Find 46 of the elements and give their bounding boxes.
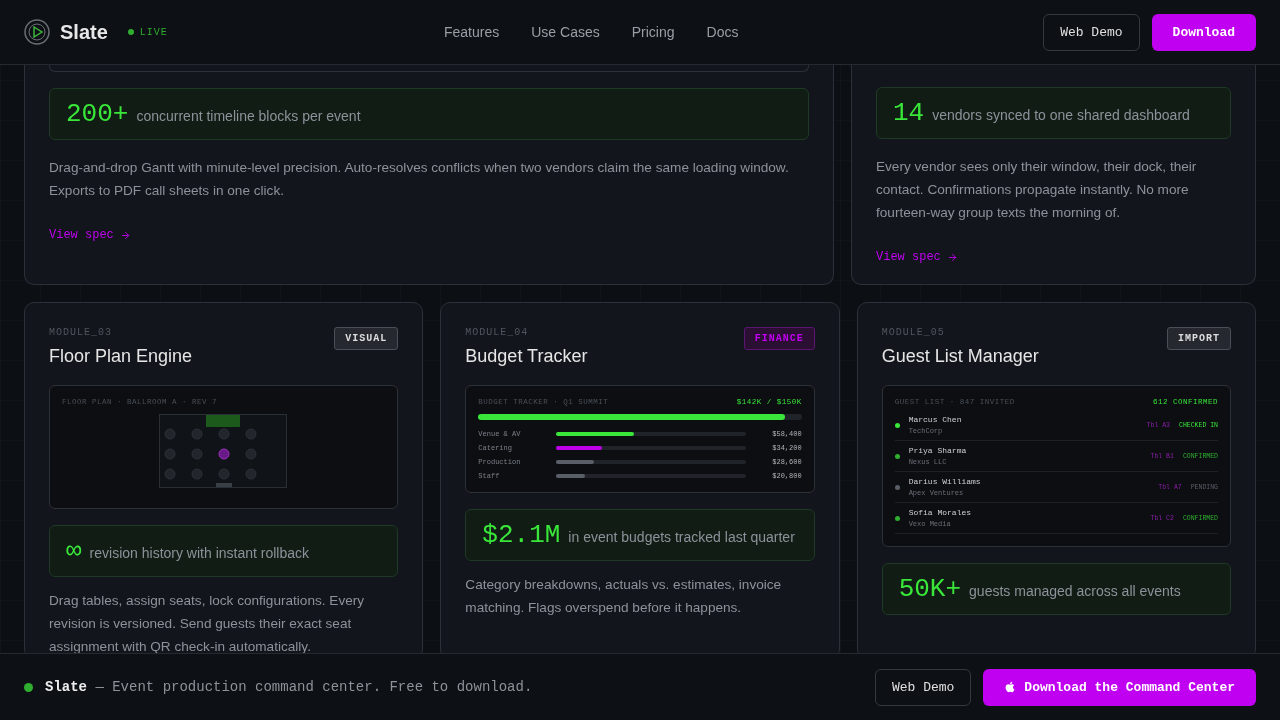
stat-label: concurrent timeline blocks per event (136, 107, 361, 126)
nav-link[interactable]: Pricing (631, 24, 675, 40)
nav-link[interactable]: Docs (706, 24, 739, 40)
module-title: Budget Tracker (465, 346, 588, 367)
module-tag: VISUAL (334, 327, 399, 350)
stat-label: in event budgets tracked last quarter (568, 528, 795, 547)
stat-value: 14 (893, 98, 925, 128)
stat-value: $2.1M (482, 520, 561, 550)
guest-name: Priya Sharma (908, 446, 968, 455)
module-title: Floor Plan Engine (49, 346, 193, 367)
stat-value: 50K+ (898, 574, 962, 604)
nav-link[interactable]: Use Cases (531, 24, 600, 40)
live-dot (127, 29, 134, 35)
stat-label: vendors synced to one shared dashboard (932, 106, 1190, 125)
guest-name: Marcus Chen (908, 415, 963, 424)
live-status: LIVE (139, 26, 168, 38)
module-label: MODULE_03 (49, 327, 113, 338)
stat-label: revision history with instant rollback (89, 544, 310, 563)
module-label: MODULE_05 (881, 327, 946, 338)
module-tag: IMPORT (1167, 327, 1231, 350)
card-description: Drag-and-drop Gantt with minute-level precision. Auto-resolves conflicts when two vendors claim the same loading window. Exports to PDF call sheets in one click. (49, 159, 790, 200)
apple-icon (1004, 681, 1017, 693)
stat-label: guests managed across all events (969, 582, 1181, 601)
arrow-right-icon (119, 229, 131, 241)
footer-tagline: Slate — Event production command center. Free to download. (45, 679, 534, 695)
stat-value: 200+ (66, 99, 129, 129)
card-description: Drag tables, assign seats, lock configurations. Every revision is versioned. Send guests their exact seat assignment with QR check-in automatically. (49, 592, 366, 656)
module-tag: FINANCE (743, 327, 815, 350)
download-button[interactable]: Download the Command Center (983, 668, 1256, 706)
module-title: Guest List Manager (881, 346, 1039, 367)
brand-name: Slate (60, 20, 108, 44)
web-demo-button[interactable]: Web Demo (1043, 13, 1140, 51)
view-spec-link[interactable]: View spec (876, 250, 958, 264)
web-demo-button[interactable]: Web Demo (874, 668, 972, 706)
module-label: MODULE_04 (465, 327, 530, 338)
guest-name: Sofia Morales (908, 508, 973, 517)
card-description: Every vendor sees only their window, their dock, their contact. Confirmations propagate instantly. No more fourteen-way group texts the morning of. (876, 158, 1198, 222)
view-spec-link[interactable]: View spec (49, 228, 131, 242)
play-logo-icon (24, 19, 50, 45)
status-dot (24, 682, 33, 692)
download-button[interactable]: Download (1151, 13, 1256, 51)
guest-name: Darius Williams (908, 477, 982, 486)
nav-link[interactable]: Features (444, 24, 500, 40)
stat-value: ∞ (66, 536, 82, 566)
arrow-right-icon (946, 251, 958, 263)
card-description: Category breakdowns, actuals vs. estimates, invoice matching. Flags overspend before it happens. (465, 576, 783, 617)
